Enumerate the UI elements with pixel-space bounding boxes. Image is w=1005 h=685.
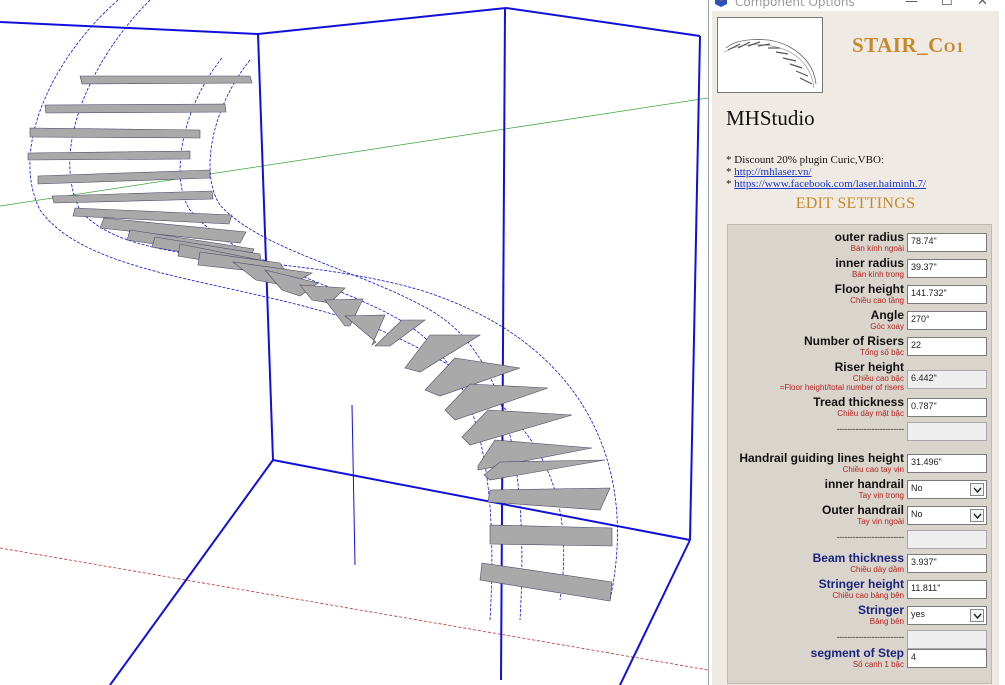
- component-name: STAIR_CO1: [852, 33, 964, 57]
- stringer-label: Stringer: [857, 603, 904, 617]
- window-title: Component Options: [735, 0, 855, 9]
- outer-handrail-value: No: [911, 509, 923, 519]
- facebook-link[interactable]: https://www.facebook.com/laser.haiminh.7…: [734, 178, 926, 190]
- dialog-content: STAIR_CO1 MHStudio * Discount 20% plugin…: [712, 11, 999, 685]
- stair-treads: [27, 75, 613, 602]
- segment-step-label: segment of Step: [810, 646, 904, 660]
- floor-height-input[interactable]: 141.732": [907, 285, 987, 304]
- tread-thickness-label: Tread thickness: [813, 395, 904, 409]
- stringer-height-input[interactable]: 11.811": [907, 580, 987, 599]
- chevron-down-icon[interactable]: [970, 483, 984, 496]
- angle-label: Angle: [870, 308, 904, 322]
- risers-sublabel: Tổng số bậc: [859, 348, 904, 357]
- studio-title: MHStudio: [726, 106, 815, 130]
- handrail-height-label: Handrail guiding lines height: [739, 451, 904, 465]
- riser-height-label: Riser height: [834, 360, 904, 374]
- title-bar[interactable]: Component Options — ☐ ✕: [709, 0, 1005, 11]
- angle-input[interactable]: 270°: [907, 311, 987, 330]
- separator-label: -------------------------: [836, 532, 905, 542]
- inner-handrail-sublabel: Tay vịn trong: [858, 491, 904, 500]
- edit-settings-heading: EDIT SETTINGS: [795, 195, 916, 212]
- stair-3d-model[interactable]: [0, 0, 708, 685]
- outer-radius-input[interactable]: 78.74": [907, 233, 987, 252]
- floor-height-sublabel: Chiều cao tầng: [850, 296, 904, 305]
- separator-field: [907, 530, 987, 549]
- riser-height-formula: =Floor height/total number of risers: [779, 383, 904, 392]
- outer-radius-label: outer radius: [834, 230, 904, 244]
- angle-sublabel: Góc xoay: [870, 322, 904, 331]
- chevron-down-icon[interactable]: [970, 509, 984, 522]
- inner-handrail-select[interactable]: No: [907, 480, 987, 499]
- beam-thickness-sublabel: Chiều dày dầm: [850, 565, 904, 574]
- inner-handrail-value: No: [911, 483, 923, 493]
- component-options-window: Component Options — ☐ ✕ STAIR_CO1 MHStud…: [708, 0, 1005, 685]
- stringer-height-sublabel: Chiều cao bảng bên: [832, 591, 904, 600]
- stringer-value: yes: [911, 609, 926, 619]
- tread-thickness-input[interactable]: 0.787": [907, 398, 987, 417]
- red-axis: [0, 547, 708, 671]
- settings-panel: outer radius Bán kính ngoài 78.74" inner …: [727, 224, 992, 684]
- separator-field: [907, 630, 987, 649]
- handrail-height-sublabel: Chiều cao tay vịn: [842, 465, 904, 474]
- separator-label: -------------------------: [836, 424, 905, 434]
- separator-field: [907, 422, 987, 441]
- riser-height-input: 6.442": [907, 370, 987, 389]
- floor-height-label: Floor height: [834, 282, 904, 296]
- segment-step-sublabel: Số cạnh 1 bậc: [852, 660, 904, 669]
- tread-thickness-sublabel: Chiều dày mặt bậc: [837, 409, 904, 418]
- maximize-button[interactable]: ☐: [941, 0, 953, 9]
- chevron-down-icon[interactable]: [970, 609, 984, 622]
- riser-height-sublabel: Chiều cao bậc: [852, 374, 904, 383]
- inner-radius-input[interactable]: 39.37": [907, 259, 987, 278]
- outer-radius-sublabel: Bán kính ngoài: [850, 244, 904, 253]
- discount-text: * Discount 20% plugin Curic,VBO:: [726, 154, 884, 166]
- promo-link-row: * https://www.facebook.com/laser.haiminh…: [726, 178, 926, 190]
- sketchup-app-icon: [715, 0, 727, 7]
- minimize-button[interactable]: —: [905, 0, 918, 9]
- inner-radius-label: inner radius: [835, 256, 904, 270]
- beam-thickness-label: Beam thickness: [812, 551, 904, 565]
- beam-thickness-input[interactable]: 3.937": [907, 554, 987, 573]
- inner-radius-sublabel: Bán kính trong: [851, 270, 904, 279]
- inner-handrail-label: inner handrail: [824, 477, 904, 491]
- outer-handrail-select[interactable]: No: [907, 506, 987, 525]
- risers-input[interactable]: 22: [907, 337, 987, 356]
- risers-label: Number of Risers: [803, 334, 904, 348]
- outer-handrail-sublabel: Tay vịn ngoài: [857, 517, 904, 526]
- segment-step-input[interactable]: 4: [907, 649, 987, 668]
- mhlaser-link[interactable]: http://mhlaser.vn/: [734, 166, 811, 178]
- stringer-sublabel: Bảng bên: [869, 617, 904, 626]
- outer-handrail-label: Outer handrail: [821, 503, 904, 517]
- handrail-height-input[interactable]: 31.496": [907, 454, 987, 473]
- stringer-height-label: Stringer height: [818, 577, 904, 591]
- stringer-select[interactable]: yes: [907, 606, 987, 625]
- component-thumbnail: [717, 17, 823, 93]
- close-button[interactable]: ✕: [977, 0, 988, 9]
- separator-label: -------------------------: [836, 632, 905, 642]
- model-viewport[interactable]: [0, 0, 708, 685]
- promo-link-row: * http://mhlaser.vn/: [726, 166, 812, 178]
